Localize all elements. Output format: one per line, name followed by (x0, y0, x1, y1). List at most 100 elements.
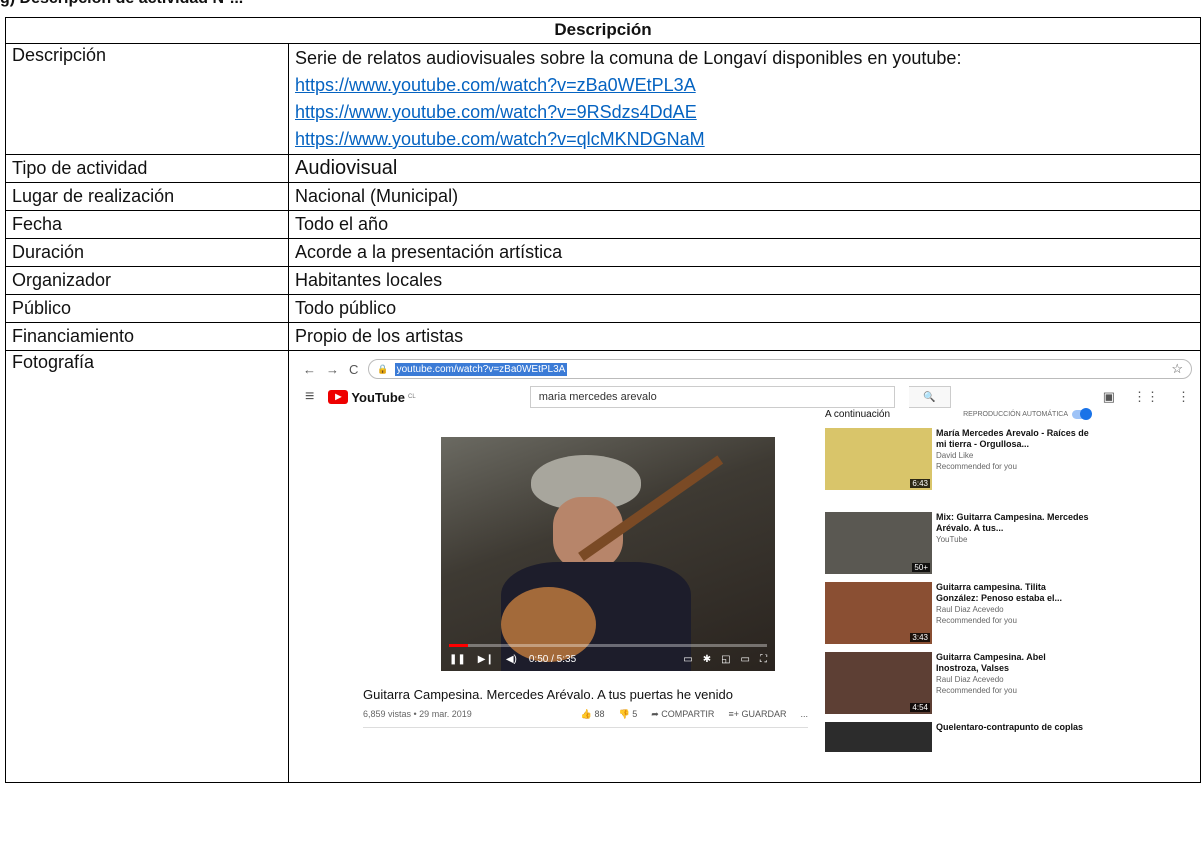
thumbnail-duration: 4:54 (910, 703, 930, 712)
autoplay-toggle[interactable] (1072, 408, 1092, 420)
next-icon[interactable]: ▶❙ (478, 654, 494, 665)
thumbnail-duration: 3:43 (910, 633, 930, 642)
more-vert-icon[interactable]: ⋮ (1177, 389, 1190, 405)
playlist-add-icon: ≡+ (728, 709, 739, 719)
youtube-link-3[interactable]: https://www.youtube.com/watch?v=qlcMKNDG… (295, 126, 1194, 153)
like-button[interactable]: 👍 88 (581, 709, 605, 720)
activity-table: Descripción Descripción Serie de relatos… (5, 17, 1201, 783)
search-button[interactable]: 🔍 (908, 386, 951, 408)
recommendation-channel: Raul Diaz Acevedo (936, 605, 1004, 614)
play-logo-icon: ▶ (328, 390, 349, 404)
recommendation-item[interactable]: 6:43 María Mercedes Arevalo - Raíces de m… (825, 428, 1090, 490)
star-icon[interactable]: ☆ (1171, 361, 1183, 377)
recommendation-text: María Mercedes Arevalo - Raíces de mi ti… (936, 428, 1090, 490)
up-next-label: A continuación (825, 409, 891, 420)
recommendation-channel: David Like (936, 451, 974, 460)
up-next-sidebar: A continuación REPRODUCCIÓN AUTOMÁTICA 6… (825, 408, 1092, 752)
progress-bar[interactable] (449, 644, 767, 647)
pause-icon[interactable]: ❚❚ (449, 654, 466, 665)
forward-icon[interactable]: → (326, 362, 339, 377)
fullscreen-icon[interactable]: ⛶ (760, 654, 767, 665)
row-label-duracion: Duración (5, 238, 289, 267)
video-player[interactable]: ❚❚ ▶❙ ◀) 0:50 / 5:35 ▭ ✱ ◱ ▭ ⛶ (441, 437, 775, 671)
video-thumbnail[interactable]: 6:43 (825, 428, 932, 490)
thumbnail-duration: 50+ (912, 563, 930, 572)
like-count: 88 (594, 709, 605, 719)
row-value-financiamiento: Propio de los artistas (288, 322, 1201, 351)
recommendation-title[interactable]: Guitarra campesina. Tilita González: Pen… (936, 582, 1090, 604)
video-thumbnail[interactable]: 4:54 (825, 652, 932, 714)
dislike-button[interactable]: 👎 5 (618, 709, 637, 720)
recommendation-title[interactable]: Guitarra Campesina. Abel Inostroza, Vals… (936, 652, 1090, 674)
recommendation-note: Recommended for you (936, 616, 1017, 625)
recommendation-text: Guitarra campesina. Tilita González: Pen… (936, 582, 1090, 644)
theater-icon[interactable]: ▭ (741, 654, 750, 665)
miniplayer-icon[interactable]: ◱ (721, 654, 730, 665)
recommendation-title[interactable]: María Mercedes Arevalo - Raíces de mi ti… (936, 428, 1090, 450)
browser-address-bar: ← → C 🔒 youtube.com/watch?v=zBa0WEtPL3A … (295, 357, 1200, 381)
menu-icon[interactable]: ≡ (305, 388, 314, 406)
url-field[interactable]: 🔒 youtube.com/watch?v=zBa0WEtPL3A ☆ (368, 359, 1192, 379)
sidebar-header: A continuación REPRODUCCIÓN AUTOMÁTICA (825, 408, 1092, 420)
recommendation-text: Guitarra Campesina. Abel Inostroza, Vals… (936, 652, 1090, 714)
share-label: COMPARTIR (661, 709, 715, 719)
row-label-fecha: Fecha (5, 210, 289, 239)
dislike-count: 5 (632, 709, 638, 719)
recommendation-note: Recommended for you (936, 686, 1017, 695)
save-button[interactable]: ≡+ GUARDAR (728, 709, 786, 720)
recommendation-item[interactable]: 50+ Mix: Guitarra Campesina. Mercedes Aré… (825, 512, 1090, 574)
youtube-logo[interactable]: ▶ YouTube CL (328, 390, 416, 405)
share-icon: ➦ (651, 709, 659, 719)
recommendation-item[interactable]: Quelentaro-contrapunto de coplas (825, 722, 1090, 752)
description-text: Serie de relatos audiovisuales sobre la … (295, 48, 962, 68)
volume-icon[interactable]: ◀) (506, 654, 517, 665)
recommendation-text: Mix: Guitarra Campesina. Mercedes Aréval… (936, 512, 1090, 574)
reload-icon[interactable]: C (349, 362, 358, 377)
autoplay-control[interactable]: REPRODUCCIÓN AUTOMÁTICA (963, 408, 1092, 420)
video-thumbnail[interactable]: 50+ (825, 512, 932, 574)
row-value-duracion: Acorde a la presentación artística (288, 238, 1201, 267)
progress-fill (449, 644, 469, 647)
video-thumbnail[interactable] (825, 722, 932, 752)
row-label-organizador: Organizador (5, 266, 289, 295)
settings-icon[interactable]: ✱ (703, 654, 711, 665)
recommendation-item[interactable]: 3:43 Guitarra campesina. Tilita González:… (825, 582, 1090, 644)
row-label-fotografia: Fotografía (5, 350, 289, 783)
url-text[interactable]: youtube.com/watch?v=zBa0WEtPL3A (394, 362, 568, 376)
table-header: Descripción (5, 17, 1201, 44)
row-value-tipo: Audiovisual (288, 154, 1201, 183)
recommendation-channel: YouTube (936, 535, 968, 544)
photo-cell: ← → C 🔒 youtube.com/watch?v=zBa0WEtPL3A … (288, 350, 1201, 783)
row-label-description: Descripción (5, 43, 289, 155)
row-label-financiamiento: Financiamiento (5, 322, 289, 351)
more-actions-button[interactable]: ... (800, 709, 808, 720)
recommendation-title[interactable]: Mix: Guitarra Campesina. Mercedes Aréval… (936, 512, 1090, 534)
search-input[interactable]: maria mercedes arevalo (529, 386, 895, 408)
thumbs-down-icon: 👎 (618, 709, 630, 719)
player-controls: ❚❚ ▶❙ ◀) 0:50 / 5:35 ▭ ✱ ◱ ▭ ⛶ (449, 654, 767, 665)
create-video-icon[interactable]: ▣ (1103, 389, 1115, 405)
autoplay-label: REPRODUCCIÓN AUTOMÁTICA (963, 411, 1068, 418)
youtube-link-1[interactable]: https://www.youtube.com/watch?v=zBa0WEtP… (295, 72, 1194, 99)
search-icon: 🔍 (922, 391, 936, 403)
share-button[interactable]: ➦ COMPARTIR (651, 709, 714, 720)
video-views-date: 6,859 vistas • 29 mar. 2019 (363, 709, 472, 719)
youtube-link-2[interactable]: https://www.youtube.com/watch?v=9RSdzs4D… (295, 99, 1194, 126)
recommendation-note: Recommended for you (936, 462, 1017, 471)
row-value-lugar: Nacional (Municipal) (288, 182, 1201, 211)
row-value-publico: Todo público (288, 294, 1201, 323)
description-value: Serie de relatos audiovisuales sobre la … (288, 43, 1201, 155)
row-value-organizador: Habitantes locales (288, 266, 1201, 295)
cutoff-heading: g) Descripción de actividad Nº... (0, 0, 243, 8)
recommendation-title[interactable]: Quelentaro-contrapunto de coplas (936, 722, 1083, 733)
row-value-fecha: Todo el año (288, 210, 1201, 239)
video-meta-row: 6,859 vistas • 29 mar. 2019 👍 88 👎 5 ➦ C… (363, 709, 808, 720)
video-thumbnail[interactable]: 3:43 (825, 582, 932, 644)
subtitles-icon[interactable]: ▭ (683, 654, 692, 665)
apps-grid-icon[interactable]: ⋮⋮ (1133, 389, 1159, 405)
back-icon[interactable]: ← (303, 362, 316, 377)
recommendation-item[interactable]: 4:54 Guitarra Campesina. Abel Inostroza, … (825, 652, 1090, 714)
thumbs-up-icon: 👍 (580, 709, 592, 719)
logo-country: CL (408, 394, 416, 400)
time-display: 0:50 / 5:35 (528, 654, 577, 665)
